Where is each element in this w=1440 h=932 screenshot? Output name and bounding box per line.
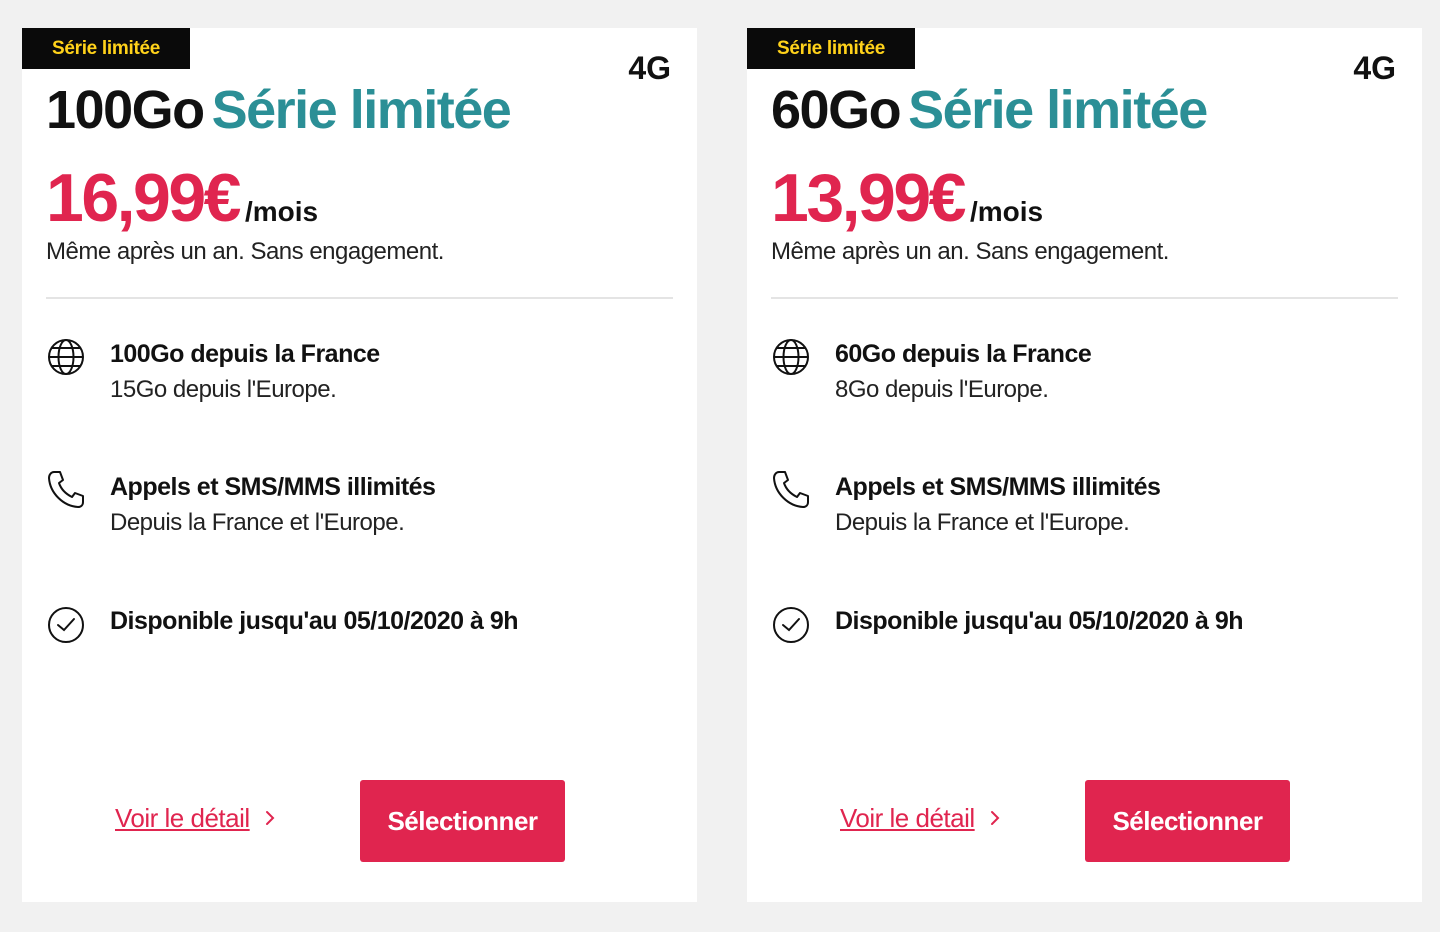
see-detail-link[interactable]: Voir le détail <box>115 803 276 834</box>
price-subtitle: Même après un an. Sans engagement. <box>46 238 444 265</box>
limited-series-badge: Série limitée <box>747 28 915 69</box>
feature-title: Appels et SMS/MMS illimités <box>110 473 436 501</box>
clock-icon <box>46 604 86 644</box>
price-row: 13,99€ /mois <box>771 158 1043 238</box>
divider <box>46 297 673 299</box>
price-subtitle: Même après un an. Sans engagement. <box>771 238 1169 265</box>
feature-subtitle: 15Go depuis l'Europe. <box>110 376 337 403</box>
limited-series-badge: Série limitée <box>22 28 190 69</box>
globe-icon <box>46 337 86 377</box>
offer-title-series: Série limitée <box>211 80 512 140</box>
phone-icon <box>771 470 811 510</box>
feature-subtitle: Depuis la France et l'Europe. <box>835 509 1130 536</box>
price-period: /mois <box>969 196 1044 227</box>
select-button[interactable]: Sélectionner <box>360 780 565 862</box>
phone-icon <box>46 470 86 510</box>
network-label: 4G <box>628 50 671 86</box>
feature-subtitle: 8Go depuis l'Europe. <box>835 376 1049 403</box>
feature-title: Appels et SMS/MMS illimités <box>835 473 1161 501</box>
network-label: 4G <box>1353 50 1396 86</box>
offer-card-60go: Série limitée 4G 60Go Série limitée 13,99… <box>747 28 1422 902</box>
see-detail-link[interactable]: Voir le détail <box>840 803 1001 834</box>
feature-title: Disponible jusqu'au 05/10/2020 à 9h <box>110 607 519 635</box>
price-row: 16,99€ /mois <box>46 158 318 238</box>
price: 16,99€ <box>46 160 241 236</box>
price-period: /mois <box>244 196 319 227</box>
see-detail-label: Voir le détail <box>840 803 975 833</box>
offer-title: 60Go Série limitée <box>771 78 1208 142</box>
select-button[interactable]: Sélectionner <box>1085 780 1290 862</box>
divider <box>771 297 1398 299</box>
clock-icon <box>771 604 811 644</box>
feature-title: 60Go depuis la France <box>835 340 1092 368</box>
chevron-right-icon <box>264 803 276 834</box>
see-detail-label: Voir le détail <box>115 803 250 833</box>
feature-subtitle: Depuis la France et l'Europe. <box>110 509 405 536</box>
chevron-right-icon <box>989 803 1001 834</box>
feature-title: 100Go depuis la France <box>110 340 380 368</box>
offer-title-data: 60Go <box>771 80 902 140</box>
price: 13,99€ <box>771 160 966 236</box>
offer-title-data: 100Go <box>46 80 205 140</box>
globe-icon <box>771 337 811 377</box>
feature-title: Disponible jusqu'au 05/10/2020 à 9h <box>835 607 1244 635</box>
offer-title: 100Go Série limitée <box>46 78 512 142</box>
offer-title-series: Série limitée <box>908 80 1208 140</box>
offer-card-100go: Série limitée 4G 100Go Série limitée 16,9… <box>22 28 697 902</box>
